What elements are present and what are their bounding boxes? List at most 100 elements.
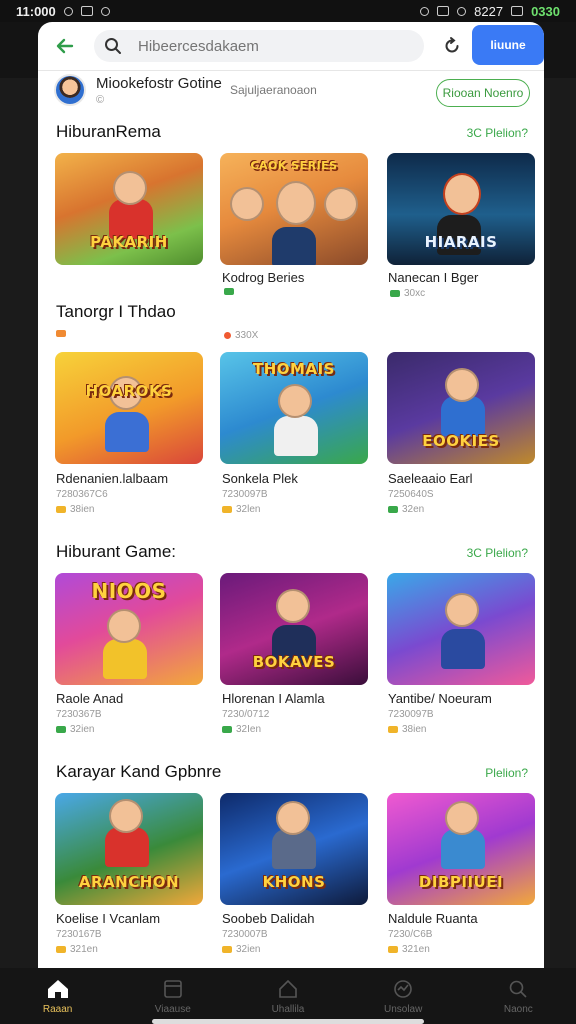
game-title: Soobeb Dalidah <box>222 911 315 926</box>
main-card: Iiuune Miookefostr Gotine © Sajuljaerano… <box>38 22 544 968</box>
game-meta: 32en <box>388 504 424 515</box>
tile-title-art: NIOOS <box>91 579 167 603</box>
game-meta: 30xc <box>390 288 425 299</box>
tile-title-art: ARANCHON <box>78 873 180 891</box>
battery-level: 0330 <box>531 3 560 19</box>
game-tile[interactable]: KHONS <box>220 793 368 905</box>
search-icon <box>510 980 527 998</box>
profile-row: Miookefostr Gotine © Sajuljaeranoaon Rio… <box>38 72 544 122</box>
game-title: Yantibe/ Noeuram <box>388 691 492 706</box>
game-meta: 321en <box>388 944 430 955</box>
signal-icon <box>437 6 450 16</box>
game-title: Hlorenan I Alamla <box>222 691 325 706</box>
game-sub: 7230007B <box>222 929 268 940</box>
game-tile[interactable]: HOAROKS <box>55 352 203 464</box>
game-sub: 7230167B <box>56 929 102 940</box>
search-icon <box>102 35 124 57</box>
game-tile[interactable]: HIARAIS <box>387 153 535 265</box>
game-tile[interactable]: EOOKIES <box>387 352 535 464</box>
home-icon <box>47 979 68 998</box>
tile-title-art: THOMAIS <box>253 360 335 378</box>
section-title: Tanorgr I Thdao <box>56 302 176 321</box>
refresh-button[interactable] <box>438 32 466 60</box>
game-title: Kodrog Beries <box>222 270 305 285</box>
search-input[interactable] <box>138 37 408 55</box>
game-meta: 32len <box>222 504 260 515</box>
section-meta: 330X <box>224 330 258 341</box>
game-meta: 32ien <box>222 944 260 955</box>
game-meta: 38ien <box>388 724 426 735</box>
tile-title-art: CAOK SERIES <box>250 159 338 172</box>
nav-item-library[interactable]: Viaause <box>133 978 213 1015</box>
game-tile[interactable] <box>387 573 535 685</box>
game-tile[interactable]: ARANCHON <box>55 793 203 905</box>
section-more-link[interactable]: 3C Plelion? <box>467 546 528 560</box>
section-title: Hiburant Game: <box>56 542 176 561</box>
game-tile[interactable]: DIBPIIUEI <box>387 793 535 905</box>
game-title: Raole Anad <box>56 691 124 706</box>
nav-label: Naonc <box>503 1003 533 1015</box>
game-title: Sonkela Plek <box>222 471 298 486</box>
section-more-link[interactable]: 3C Plelion? <box>467 126 528 140</box>
game-title: Nanecan I Bger <box>388 270 479 285</box>
nav-label: Unsolaw <box>383 1003 423 1015</box>
game-title: Koelise I Vcanlam <box>56 911 161 926</box>
wifi-icon <box>457 6 467 16</box>
game-tile[interactable]: PAKARIH <box>55 153 203 265</box>
game-meta: 32Ien <box>222 724 261 735</box>
message-icon <box>80 6 93 16</box>
tile-title-art: EOOKIES <box>422 432 500 450</box>
search-box[interactable] <box>94 30 424 62</box>
library-icon <box>163 979 182 998</box>
game-sub: 7230/0712 <box>222 709 270 720</box>
game-meta: 38ien <box>56 504 94 515</box>
avatar[interactable] <box>54 74 86 106</box>
game-title: Naldule Ruanta <box>388 911 478 926</box>
game-tile[interactable]: BOKAVES <box>220 573 368 685</box>
game-tile[interactable]: CAOK SERIES <box>220 153 368 265</box>
activity-icon <box>394 979 412 998</box>
nav-item-search[interactable]: Naonc <box>478 978 558 1015</box>
bluetooth-icon <box>420 6 430 16</box>
game-tile[interactable]: THOMAIS <box>220 352 368 464</box>
section-meta <box>56 330 70 337</box>
status-right: 8227 0330 <box>420 4 560 19</box>
status-left: 11:000 <box>16 4 110 19</box>
tile-title-art: HIARAIS <box>424 233 498 251</box>
profile-name: Miookefostr Gotine <box>96 75 222 92</box>
back-button[interactable] <box>52 33 78 59</box>
notification-icon <box>63 6 73 16</box>
section-title: Karayar Kand Gpbnre <box>56 762 222 781</box>
follow-button[interactable]: Riooan Noenro <box>436 79 530 107</box>
back-arrow-icon <box>56 38 74 54</box>
section-more-link[interactable]: Plelion? <box>485 766 528 780</box>
tile-title-art: PAKARIH <box>90 233 168 251</box>
nav-item-home[interactable]: Raaan <box>18 978 98 1015</box>
search-row: Iiuune <box>38 22 544 70</box>
tile-title-art: BOKAVES <box>252 653 336 671</box>
nav-item-explore[interactable]: Uhallila <box>248 978 328 1015</box>
battery-icon <box>511 6 524 16</box>
home-indicator <box>152 1019 424 1024</box>
nav-label: Uhallila <box>271 1003 305 1015</box>
refresh-icon <box>445 37 459 53</box>
game-meta: 321en <box>56 944 98 955</box>
game-meta <box>224 288 238 295</box>
primary-action-button[interactable]: Iiuune <box>472 25 544 65</box>
house-outline-icon <box>279 979 297 998</box>
game-sub: 7250640S <box>388 489 434 500</box>
game-sub: 7280367C6 <box>56 489 108 500</box>
game-tile[interactable]: NIOOS <box>55 573 203 685</box>
game-title: Rdenanien.lalbaam <box>56 471 169 486</box>
status-carrier: 8227 <box>474 3 504 19</box>
header-divider <box>38 70 544 71</box>
tile-title-art: KHONS <box>262 873 326 891</box>
nav-item-activity[interactable]: Unsolaw <box>363 978 443 1015</box>
status-bar: 11:000 8227 0330 <box>0 0 576 22</box>
section-title: HiburanRema <box>56 122 161 141</box>
tile-title-art: DIBPIIUEI <box>418 873 504 891</box>
game-sub: 7230097B <box>222 489 268 500</box>
sync-icon <box>100 6 110 16</box>
game-sub: 7230367B <box>56 709 102 720</box>
profile-sub: © <box>96 94 105 106</box>
